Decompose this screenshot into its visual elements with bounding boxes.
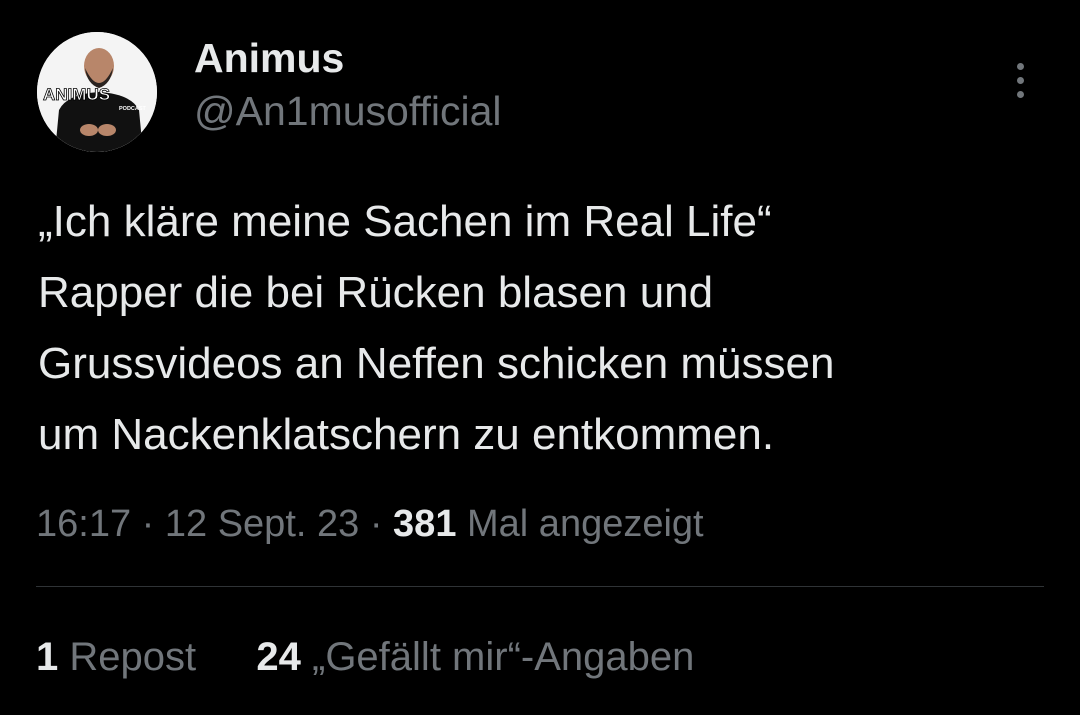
likes-label: „Gefällt mir“-Angaben [312, 635, 695, 679]
tweet-stats: 1 Repost 24 „Gefällt mir“-Angaben [36, 632, 694, 682]
divider [36, 586, 1044, 587]
tweet-text-line: „Ich kläre meine Sachen im Real Life“ [38, 197, 772, 246]
views-count: 381 [393, 503, 457, 545]
tweet-date[interactable]: 12 Sept. 23 [165, 503, 359, 545]
more-vertical-icon [1016, 62, 1024, 98]
tweet-text-line: Grussvideos an Neffen schicken müssen [38, 339, 835, 388]
avatar-image: ANIMUS PODCAST [37, 32, 157, 152]
meta-separator: · [141, 503, 155, 545]
avatar-logo-text: ANIMUS [43, 85, 110, 104]
reposts-stat[interactable]: 1 Repost [36, 635, 207, 679]
reposts-label: Repost [69, 635, 197, 679]
avatar[interactable]: ANIMUS PODCAST [37, 32, 157, 152]
likes-stat[interactable]: 24 „Gefällt mir“-Angaben [245, 635, 694, 679]
tweet-text: „Ich kläre meine Sachen im Real Life“ Ra… [38, 186, 1058, 470]
tweet-time[interactable]: 16:17 [36, 503, 131, 545]
tweet-meta: 16:17 · 12 Sept. 23 · 381 Mal angezeigt [36, 500, 704, 548]
author-handle[interactable]: @An1musofficial [194, 91, 502, 132]
author-info: Animus @An1musofficial [194, 38, 502, 132]
more-options-button[interactable] [1000, 56, 1040, 104]
likes-count: 24 [256, 635, 301, 679]
avatar-logo-subtext: PODCAST [119, 106, 147, 112]
tweet-text-line: Rapper die bei Rücken blasen und [38, 268, 714, 317]
author-display-name[interactable]: Animus [194, 38, 502, 79]
views-label: Mal angezeigt [467, 503, 704, 545]
meta-separator: · [369, 503, 383, 545]
reposts-count: 1 [36, 635, 59, 679]
tweet-text-line: um Nackenklatschern zu entkommen. [38, 410, 775, 459]
tweet-detail: ANIMUS PODCAST Animus @An1musofficial „I… [0, 0, 1080, 715]
